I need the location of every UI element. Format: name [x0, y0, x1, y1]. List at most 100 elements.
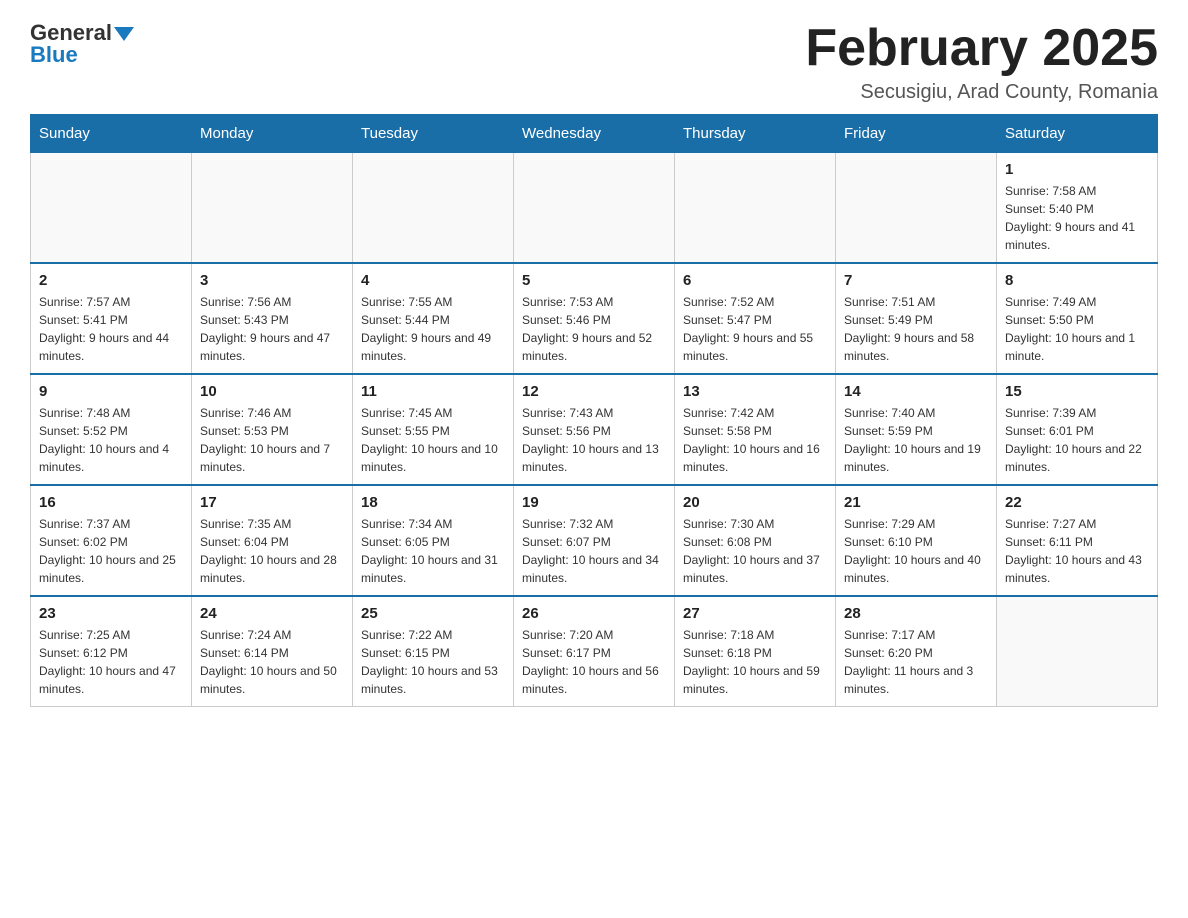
- calendar-week-row: 2 Sunrise: 7:57 AMSunset: 5:41 PMDaylight…: [31, 263, 1158, 374]
- day-info: Sunrise: 7:37 AMSunset: 6:02 PMDaylight:…: [39, 515, 183, 587]
- day-info: Sunrise: 7:53 AMSunset: 5:46 PMDaylight:…: [522, 293, 666, 365]
- calendar-week-row: 9 Sunrise: 7:48 AMSunset: 5:52 PMDaylight…: [31, 374, 1158, 485]
- page-header: General Blue February 2025 Secusigiu, Ar…: [30, 20, 1158, 104]
- weekday-header-wednesday: Wednesday: [514, 115, 675, 153]
- calendar-cell: 28 Sunrise: 7:17 AMSunset: 6:20 PMDayligh…: [836, 596, 997, 707]
- day-number: 26: [522, 605, 666, 622]
- calendar-cell: 13 Sunrise: 7:42 AMSunset: 5:58 PMDayligh…: [675, 374, 836, 485]
- calendar-cell: 5 Sunrise: 7:53 AMSunset: 5:46 PMDaylight…: [514, 263, 675, 374]
- day-number: 25: [361, 605, 505, 622]
- calendar-cell: 7 Sunrise: 7:51 AMSunset: 5:49 PMDaylight…: [836, 263, 997, 374]
- day-number: 27: [683, 605, 827, 622]
- calendar-cell: 23 Sunrise: 7:25 AMSunset: 6:12 PMDayligh…: [31, 596, 192, 707]
- day-info: Sunrise: 7:55 AMSunset: 5:44 PMDaylight:…: [361, 293, 505, 365]
- day-info: Sunrise: 7:34 AMSunset: 6:05 PMDaylight:…: [361, 515, 505, 587]
- weekday-header-saturday: Saturday: [997, 115, 1158, 153]
- calendar-cell: 14 Sunrise: 7:40 AMSunset: 5:59 PMDayligh…: [836, 374, 997, 485]
- day-number: 11: [361, 383, 505, 400]
- calendar-cell: [997, 596, 1158, 707]
- weekday-header-tuesday: Tuesday: [353, 115, 514, 153]
- day-number: 17: [200, 494, 344, 511]
- calendar-cell: 24 Sunrise: 7:24 AMSunset: 6:14 PMDayligh…: [192, 596, 353, 707]
- calendar-cell: 6Sunrise: 7:52 AMSunset: 5:47 PMDaylight…: [675, 263, 836, 374]
- day-info: Sunrise: 7:49 AMSunset: 5:50 PMDaylight:…: [1005, 293, 1149, 365]
- day-info: Sunrise: 7:32 AMSunset: 6:07 PMDaylight:…: [522, 515, 666, 587]
- day-info: Sunrise: 7:22 AMSunset: 6:15 PMDaylight:…: [361, 626, 505, 698]
- day-info: Sunrise: 7:29 AMSunset: 6:10 PMDaylight:…: [844, 515, 988, 587]
- day-number: 1: [1005, 161, 1149, 178]
- calendar-cell: 12 Sunrise: 7:43 AMSunset: 5:56 PMDayligh…: [514, 374, 675, 485]
- day-info: Sunrise: 7:27 AMSunset: 6:11 PMDaylight:…: [1005, 515, 1149, 587]
- calendar-cell: 27 Sunrise: 7:18 AMSunset: 6:18 PMDayligh…: [675, 596, 836, 707]
- calendar-cell: 17 Sunrise: 7:35 AMSunset: 6:04 PMDayligh…: [192, 485, 353, 596]
- day-number: 21: [844, 494, 988, 511]
- day-info: Sunrise: 7:35 AMSunset: 6:04 PMDaylight:…: [200, 515, 344, 587]
- day-number: 8: [1005, 272, 1149, 289]
- weekday-header-row: SundayMondayTuesdayWednesdayThursdayFrid…: [31, 115, 1158, 153]
- day-number: 7: [844, 272, 988, 289]
- day-number: 6: [683, 272, 827, 289]
- weekday-header-friday: Friday: [836, 115, 997, 153]
- calendar-cell: 3 Sunrise: 7:56 AMSunset: 5:43 PMDaylight…: [192, 263, 353, 374]
- calendar-cell: 2 Sunrise: 7:57 AMSunset: 5:41 PMDaylight…: [31, 263, 192, 374]
- calendar-cell: [514, 153, 675, 264]
- day-info: Sunrise: 7:39 AMSunset: 6:01 PMDaylight:…: [1005, 404, 1149, 476]
- weekday-header-thursday: Thursday: [675, 115, 836, 153]
- day-info: Sunrise: 7:57 AMSunset: 5:41 PMDaylight:…: [39, 293, 183, 365]
- day-number: 28: [844, 605, 988, 622]
- day-info: Sunrise: 7:18 AMSunset: 6:18 PMDaylight:…: [683, 626, 827, 698]
- day-number: 9: [39, 383, 183, 400]
- day-number: 2: [39, 272, 183, 289]
- day-info: Sunrise: 7:25 AMSunset: 6:12 PMDaylight:…: [39, 626, 183, 698]
- day-info: Sunrise: 7:42 AMSunset: 5:58 PMDaylight:…: [683, 404, 827, 476]
- calendar-cell: [31, 153, 192, 264]
- logo-blue-text: Blue: [30, 42, 78, 68]
- calendar-cell: 10 Sunrise: 7:46 AMSunset: 5:53 PMDayligh…: [192, 374, 353, 485]
- day-number: 10: [200, 383, 344, 400]
- day-info: Sunrise: 7:17 AMSunset: 6:20 PMDaylight:…: [844, 626, 988, 698]
- day-info: Sunrise: 7:30 AMSunset: 6:08 PMDaylight:…: [683, 515, 827, 587]
- logo-arrow-icon: [114, 27, 134, 41]
- day-info: Sunrise: 7:45 AMSunset: 5:55 PMDaylight:…: [361, 404, 505, 476]
- day-info: Sunrise: 7:56 AMSunset: 5:43 PMDaylight:…: [200, 293, 344, 365]
- calendar-cell: [836, 153, 997, 264]
- day-info: Sunrise: 7:48 AMSunset: 5:52 PMDaylight:…: [39, 404, 183, 476]
- day-number: 5: [522, 272, 666, 289]
- calendar-week-row: 23 Sunrise: 7:25 AMSunset: 6:12 PMDayligh…: [31, 596, 1158, 707]
- calendar-cell: 9 Sunrise: 7:48 AMSunset: 5:52 PMDaylight…: [31, 374, 192, 485]
- day-info: Sunrise: 7:43 AMSunset: 5:56 PMDaylight:…: [522, 404, 666, 476]
- day-number: 12: [522, 383, 666, 400]
- calendar-table: SundayMondayTuesdayWednesdayThursdayFrid…: [30, 114, 1158, 707]
- calendar-cell: 11 Sunrise: 7:45 AMSunset: 5:55 PMDayligh…: [353, 374, 514, 485]
- day-info: Sunrise: 7:40 AMSunset: 5:59 PMDaylight:…: [844, 404, 988, 476]
- day-info: Sunrise: 7:51 AMSunset: 5:49 PMDaylight:…: [844, 293, 988, 365]
- calendar-cell: 25 Sunrise: 7:22 AMSunset: 6:15 PMDayligh…: [353, 596, 514, 707]
- calendar-cell: 18Sunrise: 7:34 AMSunset: 6:05 PMDayligh…: [353, 485, 514, 596]
- day-info: Sunrise: 7:58 AMSunset: 5:40 PMDaylight:…: [1005, 182, 1149, 254]
- day-number: 14: [844, 383, 988, 400]
- calendar-week-row: 1 Sunrise: 7:58 AMSunset: 5:40 PMDaylight…: [31, 153, 1158, 264]
- calendar-cell: [353, 153, 514, 264]
- day-number: 15: [1005, 383, 1149, 400]
- month-title: February 2025: [805, 20, 1158, 77]
- day-info: Sunrise: 7:24 AMSunset: 6:14 PMDaylight:…: [200, 626, 344, 698]
- calendar-cell: 4Sunrise: 7:55 AMSunset: 5:44 PMDaylight…: [353, 263, 514, 374]
- title-section: February 2025 Secusigiu, Arad County, Ro…: [805, 20, 1158, 104]
- location-title: Secusigiu, Arad County, Romania: [805, 81, 1158, 104]
- day-number: 3: [200, 272, 344, 289]
- day-number: 23: [39, 605, 183, 622]
- calendar-cell: 22 Sunrise: 7:27 AMSunset: 6:11 PMDayligh…: [997, 485, 1158, 596]
- calendar-cell: 1 Sunrise: 7:58 AMSunset: 5:40 PMDaylight…: [997, 153, 1158, 264]
- day-number: 24: [200, 605, 344, 622]
- calendar-cell: 15 Sunrise: 7:39 AMSunset: 6:01 PMDayligh…: [997, 374, 1158, 485]
- calendar-cell: [192, 153, 353, 264]
- logo: General Blue: [30, 20, 134, 68]
- calendar-cell: 8 Sunrise: 7:49 AMSunset: 5:50 PMDaylight…: [997, 263, 1158, 374]
- day-number: 13: [683, 383, 827, 400]
- calendar-cell: 16 Sunrise: 7:37 AMSunset: 6:02 PMDayligh…: [31, 485, 192, 596]
- day-number: 20: [683, 494, 827, 511]
- calendar-cell: 26Sunrise: 7:20 AMSunset: 6:17 PMDayligh…: [514, 596, 675, 707]
- day-info: Sunrise: 7:46 AMSunset: 5:53 PMDaylight:…: [200, 404, 344, 476]
- day-number: 22: [1005, 494, 1149, 511]
- day-number: 16: [39, 494, 183, 511]
